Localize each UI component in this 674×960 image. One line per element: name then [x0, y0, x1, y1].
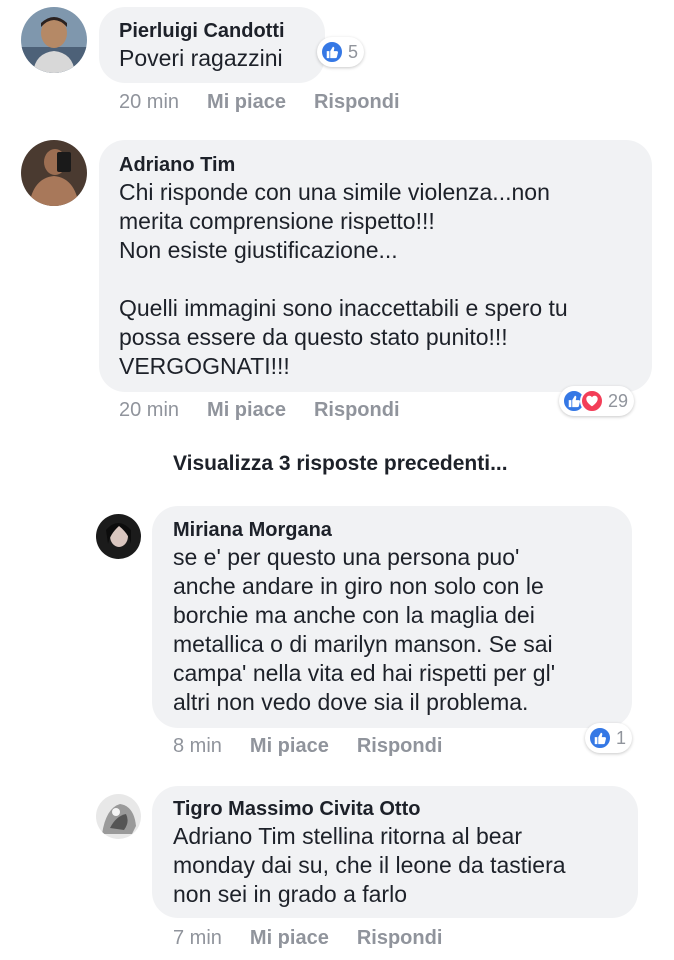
heart-icon — [580, 389, 604, 413]
comment-author[interactable]: Tigro Massimo Civita Otto — [173, 798, 420, 821]
comment-text: Chi risponde con una simile violenza...n… — [119, 179, 568, 379]
reaction-count: 5 — [348, 41, 359, 62]
comment-timestamp[interactable]: 7 min — [173, 927, 222, 950]
thumbs-up-icon — [588, 726, 612, 750]
reply-link[interactable]: Rispondi — [314, 399, 400, 422]
avatar[interactable] — [21, 7, 87, 73]
like-link[interactable]: Mi piace — [250, 927, 329, 950]
reply-link[interactable]: Rispondi — [357, 735, 443, 758]
comment-actions: 7 min Mi piace Rispondi — [173, 927, 470, 950]
avatar[interactable] — [21, 140, 87, 206]
avatar[interactable] — [96, 794, 141, 839]
comment-author[interactable]: Adriano Tim — [119, 154, 235, 177]
like-link[interactable]: Mi piace — [250, 735, 329, 758]
like-link[interactable]: Mi piace — [207, 91, 286, 114]
reaction-summary[interactable]: 5 — [317, 37, 365, 67]
comment-timestamp[interactable]: 8 min — [173, 735, 222, 758]
reply-link[interactable]: Rispondi — [314, 91, 400, 114]
comment-actions: 8 min Mi piace Rispondi — [173, 735, 470, 758]
reply-link[interactable]: Rispondi — [357, 927, 443, 950]
comment-timestamp[interactable]: 20 min — [119, 91, 179, 114]
reaction-count: 1 — [616, 727, 627, 748]
comment-text: Adriano Tim stellina ritorna al bear mon… — [173, 823, 566, 907]
thumbs-up-icon — [320, 40, 344, 64]
comment-actions: 20 min Mi piace Rispondi — [119, 91, 428, 114]
comment-text: se e' per questo una persona puo' anche … — [173, 544, 556, 715]
comment-timestamp[interactable]: 20 min — [119, 399, 179, 422]
reaction-count: 29 — [608, 390, 629, 411]
view-previous-replies-link[interactable]: Visualizza 3 risposte precedenti... — [173, 452, 508, 476]
comment-actions: 20 min Mi piace Rispondi — [119, 399, 428, 422]
reaction-summary[interactable]: 29 — [559, 386, 635, 416]
comment-author[interactable]: Miriana Morgana — [173, 519, 332, 542]
comment-author[interactable]: Pierluigi Candotti — [119, 20, 285, 43]
comment-text: Poveri ragazzini — [119, 45, 283, 71]
like-link[interactable]: Mi piace — [207, 399, 286, 422]
reaction-summary[interactable]: 1 — [585, 723, 633, 753]
avatar[interactable] — [96, 514, 141, 559]
